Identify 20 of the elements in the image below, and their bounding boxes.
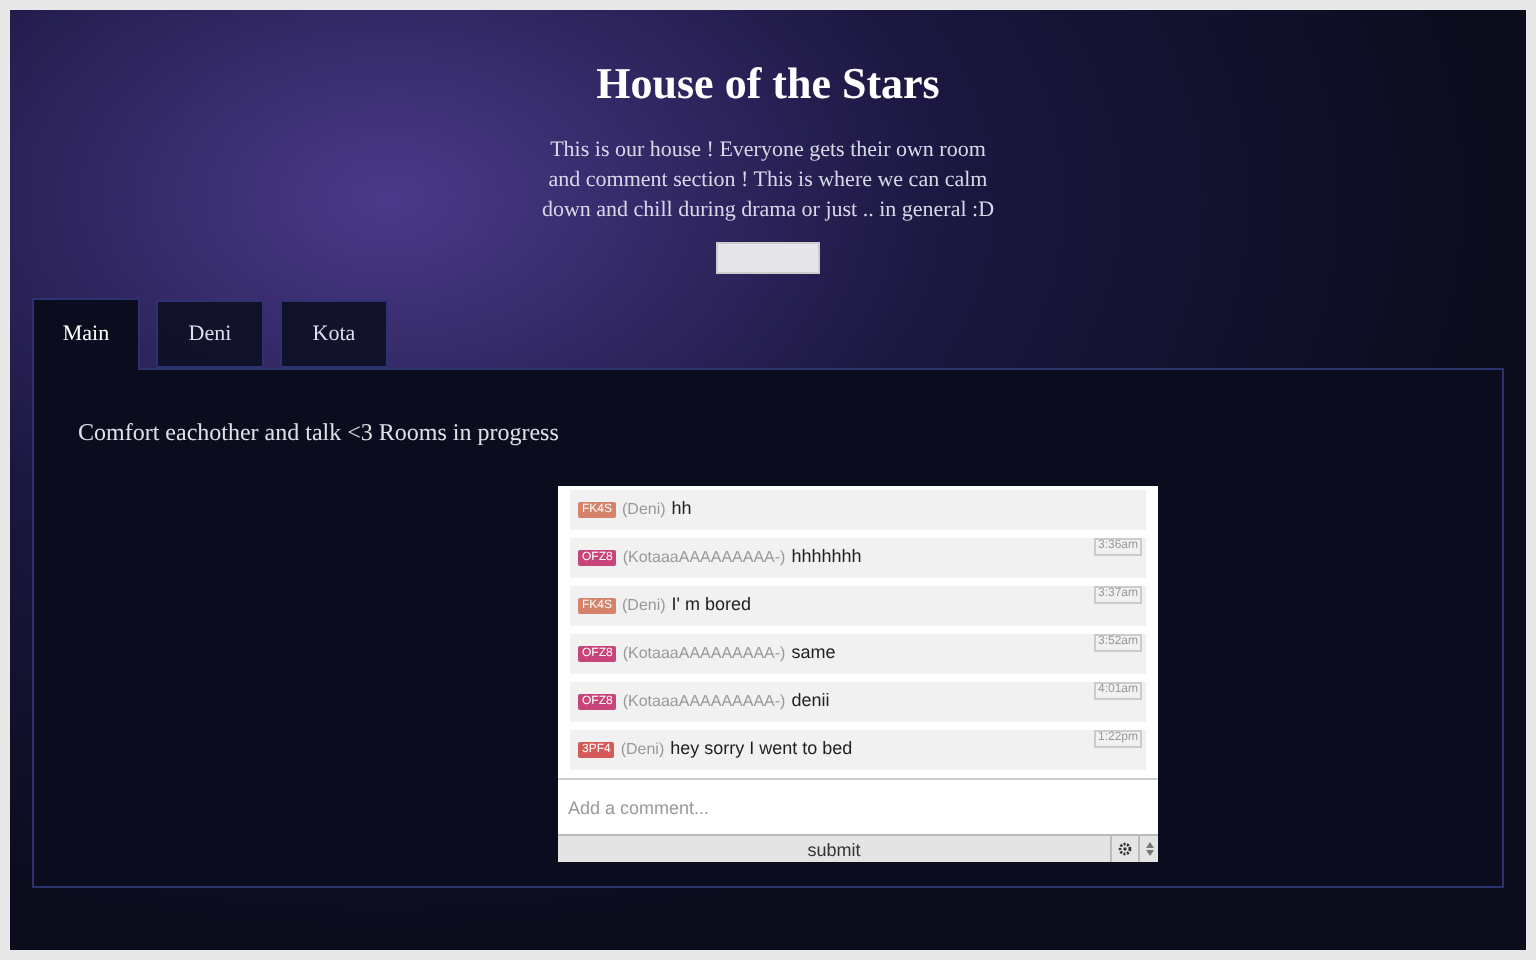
author-name: (KotaaaAAAAAAAAA-): [622, 690, 786, 714]
author-name: (KotaaaAAAAAAAAA-): [622, 546, 786, 570]
comment-text: hhhhhhh: [791, 544, 862, 571]
author-name: (KotaaaAAAAAAAAA-): [622, 642, 786, 666]
author-name: (Deni): [620, 738, 665, 762]
room-tab[interactable]: Deni: [156, 300, 264, 368]
author-name: (Deni): [622, 498, 666, 522]
comment-text: hh: [671, 496, 692, 523]
page-title: House of the Stars: [596, 56, 940, 112]
room-tab[interactable]: Main: [32, 298, 140, 370]
panel-text: Comfort eachother and talk <3 Rooms in progress: [78, 416, 561, 450]
comment-text: hey sorry I went to bed: [670, 736, 853, 763]
room-tab[interactable]: Kota: [280, 300, 388, 368]
gear-icon[interactable]: [1118, 842, 1132, 856]
comment-text: same: [791, 640, 836, 667]
comment-text: denii: [791, 688, 830, 715]
description-text: This is our house ! Everyone gets their own room and comment section ! This is where we can calm down and chill during drama or just .. in general :D: [539, 136, 997, 226]
comment-text: I' m bored: [671, 592, 752, 619]
author-name: (Deni): [622, 594, 666, 618]
up-down-arrows-icon[interactable]: [1145, 842, 1153, 856]
